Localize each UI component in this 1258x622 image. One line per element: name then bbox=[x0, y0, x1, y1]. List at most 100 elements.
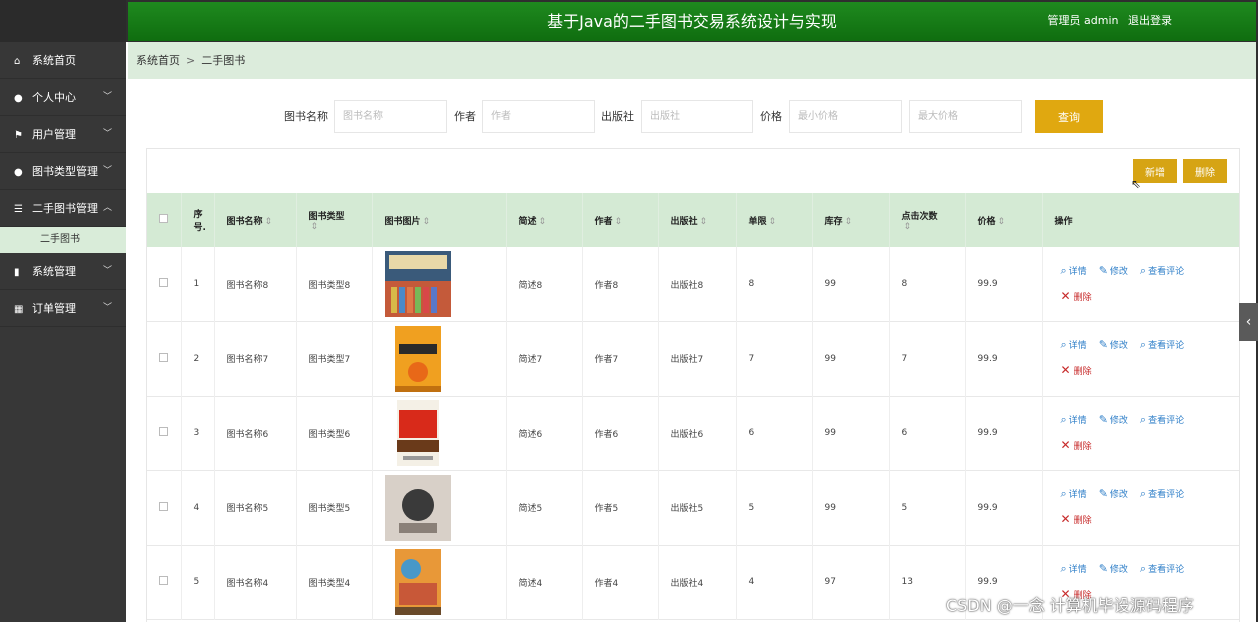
comments-link[interactable]: ⌕ 查看评论 bbox=[1140, 264, 1184, 277]
book-name-input[interactable] bbox=[334, 100, 447, 133]
publisher-label: 出版社 bbox=[601, 110, 634, 123]
detail-link[interactable]: ⌕ 详情 bbox=[1061, 487, 1087, 500]
col-image[interactable]: 图书图片 ⇕ bbox=[372, 193, 507, 247]
close-icon: ✕ bbox=[1060, 288, 1071, 303]
book-cover-image[interactable] bbox=[385, 400, 506, 467]
select-all-cell bbox=[147, 193, 182, 247]
sidebar-subitem-secondhand-book[interactable]: 二手图书 bbox=[0, 227, 126, 253]
col-label: 图书类型 bbox=[308, 211, 345, 222]
cell-seq: 5 bbox=[181, 545, 215, 620]
close-icon: ✕ bbox=[1060, 437, 1071, 452]
sort-icon: ⇕ bbox=[264, 216, 273, 227]
row-select-cell bbox=[147, 321, 182, 396]
collapse-tab[interactable]: ‹ bbox=[1239, 303, 1258, 341]
row-delete-link[interactable]: ✕ 删除 bbox=[1061, 438, 1092, 452]
sidebar-item-order-management[interactable]: ▦ 订单管理 ﹀ bbox=[0, 290, 126, 327]
min-price-input[interactable] bbox=[789, 100, 902, 133]
edit-label: 修改 bbox=[1109, 415, 1128, 426]
edit-link[interactable]: ✎ 修改 bbox=[1099, 264, 1128, 277]
col-desc[interactable]: 简述 ⇕ bbox=[506, 193, 583, 247]
col-price[interactable]: 价格 ⇕ bbox=[965, 193, 1043, 247]
select-all-checkbox[interactable] bbox=[159, 214, 168, 223]
search-icon: ⌕ bbox=[1139, 338, 1147, 352]
detail-link[interactable]: ⌕ 详情 bbox=[1061, 562, 1087, 575]
cell-desc: 简述6 bbox=[506, 396, 583, 471]
detail-link[interactable]: ⌕ 详情 bbox=[1060, 338, 1087, 352]
detail-label: 详情 bbox=[1068, 415, 1087, 426]
edit-link[interactable]: ✎ 修改 bbox=[1099, 338, 1128, 351]
author-label: 作者 bbox=[454, 110, 476, 123]
cell-image bbox=[372, 545, 507, 620]
sort-icon: ⇕ bbox=[310, 221, 319, 232]
comments-link[interactable]: ⌕ 查看评论 bbox=[1140, 562, 1184, 575]
col-clicks[interactable]: 点击次数 ⇕ bbox=[889, 193, 966, 247]
row-select-cell bbox=[147, 396, 182, 471]
col-type[interactable]: 图书类型 ⇕ bbox=[296, 193, 373, 247]
sort-icon: ⇕ bbox=[614, 216, 623, 227]
book-cover-image[interactable] bbox=[385, 325, 506, 392]
detail-link[interactable]: ⌕ 详情 bbox=[1061, 413, 1087, 426]
row-checkbox[interactable] bbox=[159, 352, 168, 362]
sidebar-item-label: 系统管理 bbox=[32, 265, 76, 278]
row-checkbox[interactable] bbox=[159, 278, 168, 287]
col-limit[interactable]: 单限 ⇕ bbox=[736, 193, 813, 247]
watermark: CSDN @一念 计算机毕设源码程序 bbox=[946, 596, 1194, 615]
user-label: 管理员 admin bbox=[1047, 14, 1119, 27]
col-label: 简述 bbox=[518, 216, 537, 227]
sidebar-item-user-management[interactable]: ⚑ 用户管理 ﹀ bbox=[0, 116, 126, 153]
comments-link[interactable]: ⌕ 查看评论 bbox=[1140, 487, 1184, 500]
comments-link[interactable]: ⌕ 查看评论 bbox=[1140, 413, 1184, 426]
col-seq[interactable]: 序号. bbox=[181, 193, 215, 247]
publisher-input[interactable] bbox=[641, 100, 753, 133]
detail-link[interactable]: ⌕ 详情 bbox=[1061, 264, 1087, 277]
col-label: 库存 bbox=[824, 216, 843, 227]
chevron-left-icon: ‹ bbox=[1245, 314, 1252, 330]
sidebar-item-label: 用户管理 bbox=[32, 128, 76, 141]
comments-link[interactable]: ⌕ 查看评论 bbox=[1139, 338, 1184, 352]
breadcrumb-home[interactable]: 系统首页 bbox=[136, 54, 180, 67]
edit-link[interactable]: ✎ 修改 bbox=[1099, 562, 1128, 575]
sidebar-item-book-type-management[interactable]: ● 图书类型管理 ﹀ bbox=[0, 153, 126, 190]
col-name[interactable]: 图书名称 ⇕ bbox=[214, 193, 297, 247]
cell-ops: ⌕ 详情 ✎ 修改 ⌕ 查看评论 ✕ 删除 bbox=[1042, 321, 1239, 396]
row-delete-link[interactable]: ✕ 删除 bbox=[1061, 289, 1092, 303]
edit-link[interactable]: ✎ 修改 bbox=[1099, 487, 1128, 500]
query-button[interactable]: 查询 bbox=[1035, 100, 1103, 133]
search-icon: ⌕ bbox=[1060, 338, 1067, 352]
cell-price: 99.9 bbox=[965, 321, 1043, 396]
row-checkbox[interactable] bbox=[159, 576, 168, 586]
cell-limit: 8 bbox=[736, 247, 813, 322]
col-publisher[interactable]: 出版社 ⇕ bbox=[658, 193, 737, 247]
sidebar-item-secondhand-book-management[interactable]: ☰ 二手图书管理 ︿ bbox=[0, 190, 126, 227]
cell-type: 图书类型6 bbox=[296, 396, 373, 471]
cell-author: 作者4 bbox=[582, 545, 659, 620]
cell-desc: 简述8 bbox=[506, 247, 583, 322]
chevron-down-icon: ﹀ bbox=[102, 303, 112, 313]
col-label: 单限 bbox=[748, 216, 767, 227]
cell-limit: 7 bbox=[736, 321, 813, 396]
col-ops: 操作 bbox=[1042, 193, 1239, 247]
logout-link[interactable]: 退出登录 bbox=[1128, 14, 1172, 27]
row-checkbox[interactable] bbox=[159, 427, 168, 437]
sidebar-item-home[interactable]: ⌂ 系统首页 bbox=[0, 42, 126, 79]
flag-icon: ⚑ bbox=[14, 130, 23, 141]
col-author[interactable]: 作者 ⇕ bbox=[582, 193, 659, 247]
price-label: 价格 bbox=[760, 110, 782, 123]
delete-button[interactable]: 删除 bbox=[1183, 159, 1227, 183]
cell-stock: 97 bbox=[812, 545, 890, 620]
book-cover-image[interactable] bbox=[385, 549, 506, 616]
brand-area bbox=[0, 0, 126, 42]
row-delete-link[interactable]: ✕ 删除 bbox=[1061, 363, 1092, 377]
author-input[interactable] bbox=[482, 100, 595, 133]
cell-publisher: 出版社5 bbox=[658, 470, 737, 545]
edit-link[interactable]: ✎ 修改 bbox=[1099, 413, 1128, 426]
max-price-input[interactable] bbox=[909, 100, 1022, 133]
col-stock[interactable]: 库存 ⇕ bbox=[812, 193, 890, 247]
book-cover-image[interactable] bbox=[384, 251, 506, 317]
sidebar-item-personal-center[interactable]: ● 个人中心 ﹀ bbox=[0, 79, 126, 116]
book-cover-image[interactable] bbox=[384, 474, 506, 541]
sidebar: ⌂ 系统首页 ● 个人中心 ﹀ ⚑ 用户管理 ﹀ ● 图书类型管理 ﹀ ☰ 二手图书管理 … bbox=[0, 42, 126, 622]
row-checkbox[interactable] bbox=[159, 501, 168, 511]
row-delete-link[interactable]: ✕ 删除 bbox=[1061, 512, 1092, 526]
sidebar-item-system-management[interactable]: ▮ 系统管理 ﹀ bbox=[0, 253, 126, 290]
